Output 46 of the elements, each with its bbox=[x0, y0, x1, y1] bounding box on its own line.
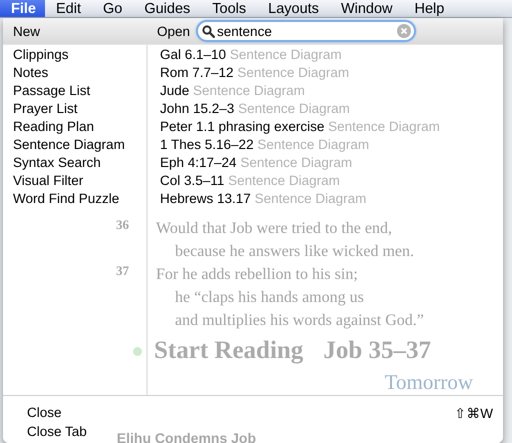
verse-number: 37 bbox=[115, 263, 130, 279]
menu-item[interactable]: Gal 6.1–10 Sentence Diagram bbox=[148, 46, 503, 64]
clear-icon[interactable] bbox=[397, 24, 412, 38]
menu-title[interactable]: Tools bbox=[201, 0, 258, 17]
menu-title[interactable]: Guides bbox=[133, 0, 202, 17]
menu-item[interactable]: Passage List bbox=[3, 82, 146, 100]
menu-item[interactable]: Sentence Diagram bbox=[3, 136, 146, 154]
menu-item[interactable]: Peter 1.1 phrasing exercise Sentence Diagram bbox=[148, 118, 503, 136]
status-dot bbox=[133, 346, 142, 356]
verse-number: 36 bbox=[115, 217, 130, 233]
verse-text: For he adds rebellion to his sin; bbox=[155, 265, 359, 285]
search-field[interactable]: sentence bbox=[196, 20, 416, 42]
menu-item[interactable]: Prayer List bbox=[3, 100, 146, 118]
column-heading: New bbox=[12, 24, 42, 38]
menu-title[interactable]: Go bbox=[92, 0, 134, 17]
search-icon bbox=[202, 24, 216, 38]
menu-item[interactable]: Word Find Puzzle bbox=[3, 190, 146, 208]
menu-title[interactable]: Window bbox=[330, 0, 404, 17]
menu-item[interactable]: Notes bbox=[3, 64, 146, 82]
verse-text: he “claps his hands among us bbox=[174, 288, 365, 308]
menu-item[interactable]: Clippings bbox=[3, 46, 146, 64]
menu-item[interactable]: Close bbox=[27, 405, 62, 420]
menu-item[interactable]: Rom 7.7–12 Sentence Diagram bbox=[148, 64, 503, 82]
menu-title[interactable]: Help bbox=[404, 0, 456, 17]
search-input[interactable]: sentence bbox=[217, 24, 396, 38]
menu-title[interactable]: Edit bbox=[44, 0, 92, 17]
column-heading: Open bbox=[157, 24, 190, 38]
start-reading-label: Start Reading bbox=[154, 337, 304, 365]
menu-item[interactable]: Col 3.5–11 Sentence Diagram bbox=[148, 172, 503, 190]
menu-item[interactable]: 1 Thes 5.16–22 Sentence Diagram bbox=[148, 136, 503, 154]
menu-item[interactable]: John 15.2–3 Sentence Diagram bbox=[148, 100, 503, 118]
menu-item[interactable]: Close Tab bbox=[27, 424, 87, 439]
verse-text: because he answers like wicked men. bbox=[174, 242, 416, 262]
verse-text: and multiplies his words against God.” bbox=[174, 311, 425, 331]
menu-item[interactable]: Jude Sentence Diagram bbox=[148, 82, 503, 100]
menu-item[interactable]: Eph 4:17–24 Sentence Diagram bbox=[148, 154, 503, 172]
menu-title[interactable]: File bbox=[0, 0, 45, 17]
menu-title[interactable]: Layouts bbox=[257, 0, 330, 17]
section-heading: Elihu Condemns Job bbox=[116, 430, 256, 443]
shortcut-label: ⇧⌘W bbox=[454, 404, 493, 420]
verse-text: Would that Job were tried to the end, bbox=[155, 219, 393, 239]
menu-item[interactable]: Syntax Search bbox=[3, 154, 146, 172]
menu-item[interactable]: Hebrews 13.17 Sentence Diagram bbox=[148, 190, 503, 208]
menu-item[interactable]: Reading Plan bbox=[3, 118, 146, 136]
passage-title: Job 35–37 bbox=[323, 337, 431, 365]
menu-item[interactable]: Visual Filter bbox=[3, 172, 146, 190]
